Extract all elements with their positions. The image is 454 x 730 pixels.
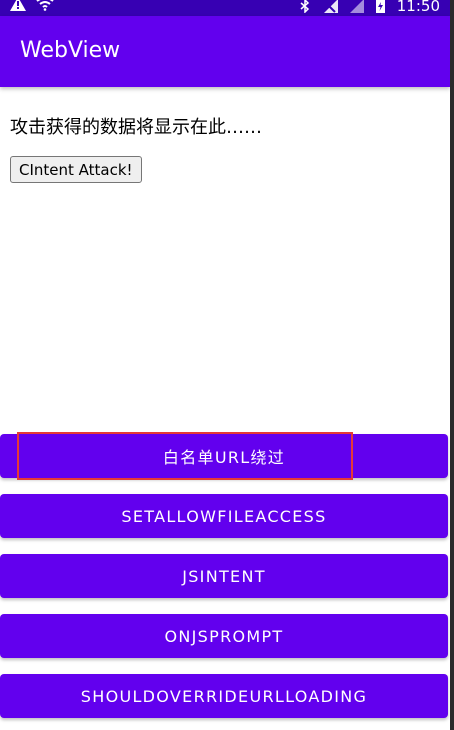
shouldoverrideurlloading-button[interactable]: SHOULDOVERRIDEURLLOADING [0, 674, 448, 718]
setallowfileaccess-button[interactable]: SETALLOWFILEACCESS [0, 494, 448, 538]
app-bar: WebView [0, 16, 450, 87]
signal-bars-icon [349, 0, 364, 13]
status-time: 11:50 [396, 0, 440, 15]
status-left-icons [10, 0, 54, 11]
wifi-icon [36, 0, 54, 11]
result-text: 攻击获得的数据将显示在此…… [10, 117, 262, 138]
screen-edge [450, 0, 454, 730]
warning-icon [10, 0, 26, 11]
jsintent-button[interactable]: JSINTENT [0, 554, 448, 598]
app-screen: 11:50 WebView 攻击获得的数据将显示在此…… CIntent Att… [0, 0, 454, 730]
status-bar: 11:50 [0, 0, 450, 16]
battery-icon [375, 0, 385, 13]
whitelist-url-bypass-button[interactable]: 白名单URL绕过 [0, 434, 448, 478]
intent-attack-button[interactable]: CIntent Attack! [10, 156, 142, 183]
app-title: WebView [20, 38, 121, 63]
signal-off-icon [322, 0, 338, 13]
status-right-icons: 11:50 [300, 0, 440, 15]
bluetooth-icon [300, 0, 310, 13]
onjsprompt-button[interactable]: ONJSPROMPT [0, 614, 448, 658]
